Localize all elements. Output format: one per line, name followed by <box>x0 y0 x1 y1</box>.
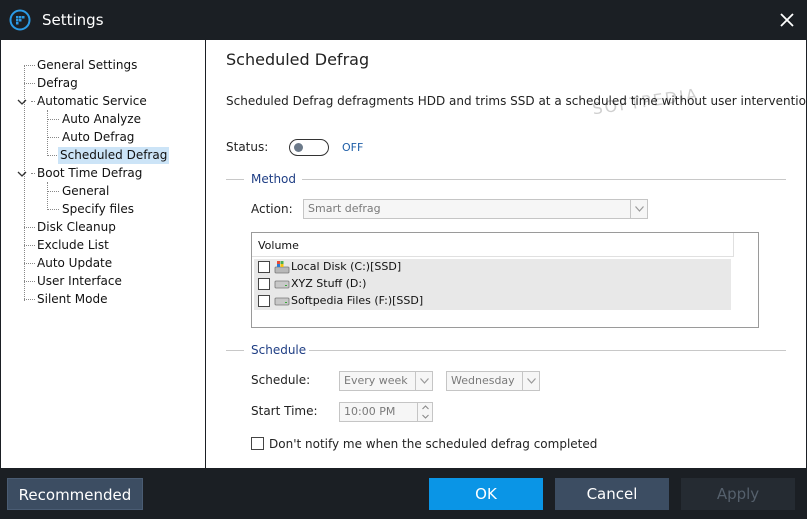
ok-button[interactable]: OK <box>429 478 543 510</box>
tree-connector <box>24 281 35 282</box>
drive-icon <box>274 297 290 306</box>
tree-item-general-settings[interactable]: General Settings <box>35 57 139 74</box>
frequency-select[interactable]: Every week <box>339 371 433 391</box>
section-divider <box>302 179 786 180</box>
status-toggle[interactable] <box>289 139 329 156</box>
section-divider <box>226 179 244 180</box>
day-select-value: Wednesday <box>451 374 515 387</box>
tree-connector <box>24 263 35 264</box>
frequency-select-value: Every week <box>344 374 408 387</box>
tree-connector <box>47 209 59 210</box>
start-time-input[interactable]: 10:00 PM <box>339 402 433 422</box>
content-area: General Settings Defrag Automatic Servic… <box>0 40 807 468</box>
cancel-button[interactable]: Cancel <box>555 478 669 510</box>
settings-panel: Scheduled Defrag SOFTPEDIA Scheduled Def… <box>206 40 807 468</box>
tree-connector <box>47 182 48 210</box>
system-drive-icon <box>274 261 290 274</box>
volume-header-label: Volume <box>258 239 299 252</box>
section-divider <box>309 350 786 351</box>
tree-connector <box>47 119 59 120</box>
notify-checkbox[interactable] <box>251 437 264 450</box>
tree-connector <box>47 137 59 138</box>
tree-item-scheduled-defrag[interactable]: Scheduled Defrag <box>58 147 170 164</box>
volume-row[interactable]: Softpedia Files (F:)[SSD] <box>254 293 731 310</box>
tree-connector <box>24 299 35 300</box>
tree-item-exclude-list[interactable]: Exclude List <box>35 237 111 254</box>
section-divider <box>226 350 244 351</box>
tree-connector <box>24 245 35 246</box>
tree-item-auto-defrag[interactable]: Auto Defrag <box>60 129 136 146</box>
volume-row[interactable]: XYZ Stuff (D:) <box>254 276 731 293</box>
close-icon <box>780 13 794 27</box>
volume-list[interactable]: Volume Local Disk (C:)[SSD] XYZ Stuff (D… <box>251 232 759 328</box>
status-value: OFF <box>342 141 364 154</box>
schedule-section-title: Schedule <box>251 343 307 357</box>
volume-checkbox[interactable] <box>258 295 270 307</box>
app-logo-icon <box>9 9 31 31</box>
tree-item-defrag[interactable]: Defrag <box>35 75 80 92</box>
tree-item-automatic-service[interactable]: Automatic Service <box>35 93 149 110</box>
chevron-down-icon[interactable] <box>17 169 27 179</box>
tree-item-auto-analyze[interactable]: Auto Analyze <box>60 111 143 128</box>
volume-column-header[interactable]: Volume <box>252 233 734 257</box>
action-select-value: Smart defrag <box>308 202 381 215</box>
tree-item-disk-cleanup[interactable]: Disk Cleanup <box>35 219 118 236</box>
title-bar: Settings <box>0 0 807 40</box>
tree-connector <box>24 65 35 66</box>
volume-label: Local Disk (C:)[SSD] <box>291 260 402 273</box>
action-label: Action: <box>251 202 293 216</box>
schedule-label: Schedule: <box>251 373 311 387</box>
action-select-arrow <box>630 200 647 218</box>
volume-checkbox[interactable] <box>258 261 270 273</box>
tree-item-user-interface[interactable]: User Interface <box>35 273 124 290</box>
volume-label: XYZ Stuff (D:) <box>291 277 367 290</box>
footer-bar: Recommended OK Cancel Apply <box>0 468 807 519</box>
tree-item-auto-update[interactable]: Auto Update <box>35 255 114 272</box>
frequency-select-arrow <box>415 372 432 390</box>
window-title: Settings <box>42 11 104 29</box>
page-title: Scheduled Defrag <box>226 50 370 69</box>
page-description: Scheduled Defrag defragments HDD and tri… <box>226 94 807 108</box>
volume-row[interactable]: Local Disk (C:)[SSD] <box>254 259 731 276</box>
close-button[interactable] <box>772 6 802 34</box>
drive-icon <box>274 280 290 289</box>
tree-connector <box>24 83 35 84</box>
tree-connector <box>47 110 48 156</box>
notify-label: Don't notify me when the scheduled defra… <box>269 437 598 451</box>
tree-connector <box>47 191 59 192</box>
recommended-button[interactable]: Recommended <box>7 478 143 510</box>
time-spinner[interactable] <box>417 403 432 421</box>
tree-connector <box>24 227 35 228</box>
spin-down-icon[interactable] <box>418 412 433 421</box>
start-time-label: Start Time: <box>251 404 318 418</box>
start-time-value: 10:00 PM <box>344 405 396 418</box>
volume-checkbox[interactable] <box>258 278 270 290</box>
day-select-arrow <box>522 372 539 390</box>
tree-item-silent-mode[interactable]: Silent Mode <box>35 291 110 308</box>
method-section-title: Method <box>251 172 297 186</box>
apply-button[interactable]: Apply <box>681 478 795 510</box>
settings-tree: General Settings Defrag Automatic Servic… <box>1 40 205 468</box>
chevron-down-icon <box>420 378 429 384</box>
toggle-knob <box>294 143 303 152</box>
chevron-down-icon <box>527 378 536 384</box>
tree-item-specify-files[interactable]: Specify files <box>60 201 136 218</box>
action-select[interactable]: Smart defrag <box>303 199 648 219</box>
status-label: Status: <box>226 140 269 154</box>
day-select[interactable]: Wednesday <box>446 371 540 391</box>
chevron-down-icon <box>635 206 644 212</box>
tree-item-general[interactable]: General <box>60 183 111 200</box>
spin-up-icon[interactable] <box>418 403 433 412</box>
tree-item-boot-time-defrag[interactable]: Boot Time Defrag <box>35 165 144 182</box>
chevron-down-icon[interactable] <box>17 97 27 107</box>
volume-label: Softpedia Files (F:)[SSD] <box>291 294 424 307</box>
